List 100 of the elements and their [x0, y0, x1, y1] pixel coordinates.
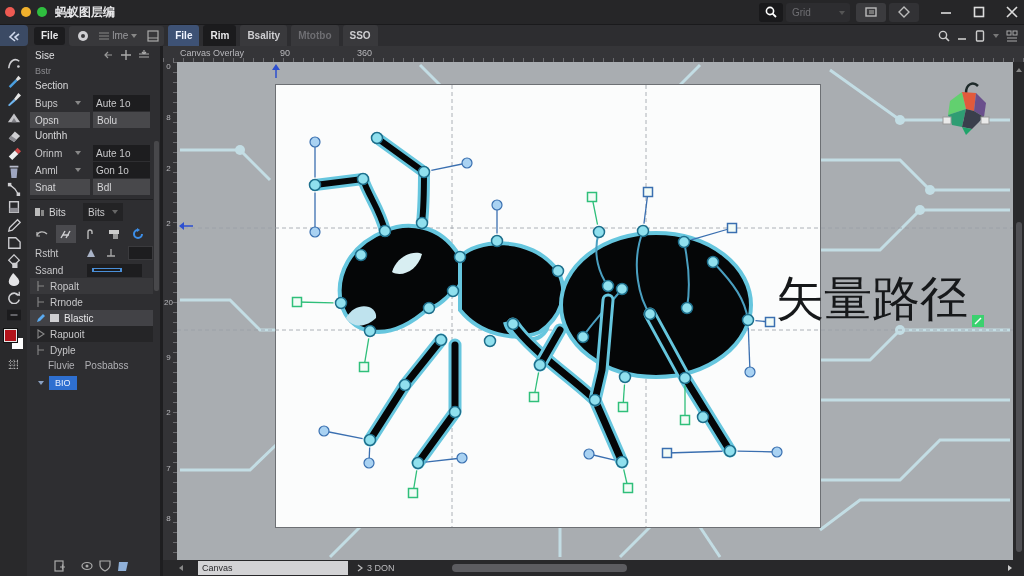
- anchor-point[interactable]: [576, 330, 590, 344]
- bezier-handle[interactable]: [407, 469, 419, 499]
- anchor-point[interactable]: [615, 455, 629, 469]
- arrow-left-icon[interactable]: [103, 50, 113, 60]
- anchor-point[interactable]: [723, 444, 737, 458]
- stroke-style-field[interactable]: [87, 263, 142, 277]
- anchor-point[interactable]: [506, 317, 520, 331]
- anchor-point[interactable]: [588, 393, 602, 407]
- bezier-handle[interactable]: [736, 446, 783, 458]
- grid-icon[interactable]: [6, 358, 21, 372]
- anchor-point[interactable]: [434, 333, 448, 347]
- panel-button[interactable]: Bdl: [93, 179, 150, 195]
- value-field[interactable]: Gon 1o: [93, 162, 150, 178]
- guide-marker-icon[interactable]: [179, 222, 194, 230]
- page-icon[interactable]: [6, 236, 21, 250]
- layer-item[interactable]: Rapuoit: [30, 326, 153, 342]
- rectangle-icon[interactable]: [6, 200, 21, 214]
- frame-button[interactable]: [856, 2, 886, 22]
- stroke-swatch[interactable]: [127, 246, 153, 260]
- view-select[interactable]: Grid: [786, 2, 850, 22]
- anchor-point[interactable]: [411, 456, 425, 470]
- anchor-point[interactable]: [422, 301, 436, 315]
- brush-icon[interactable]: [6, 92, 21, 106]
- minimize-window-button[interactable]: [21, 7, 31, 17]
- bezier-handle[interactable]: [661, 447, 724, 459]
- anchor-point[interactable]: [446, 284, 460, 298]
- anchor-point[interactable]: [398, 378, 412, 392]
- bezier-handle[interactable]: [754, 316, 776, 328]
- search-button[interactable]: [759, 2, 783, 22]
- anchor-point[interactable]: [448, 405, 462, 419]
- anchor-point[interactable]: [680, 301, 694, 315]
- tag-button[interactable]: [889, 2, 919, 22]
- collapse-icon[interactable]: [139, 50, 149, 60]
- new-layer-icon[interactable]: [54, 560, 66, 572]
- foreground-color-swatch[interactable]: [3, 329, 17, 342]
- triangle-up-icon[interactable]: [85, 248, 96, 258]
- guide-marker-icon[interactable]: [272, 64, 280, 79]
- layer-tag[interactable]: BIO: [49, 376, 77, 390]
- panel-button[interactable]: Snat: [30, 179, 90, 195]
- page-size-icon[interactable]: [974, 29, 986, 42]
- anchor-point[interactable]: [308, 178, 322, 192]
- scroll-up-icon[interactable]: [1014, 66, 1023, 74]
- zoom-icon[interactable]: [938, 29, 950, 42]
- anchor-point[interactable]: [696, 410, 710, 424]
- anchor-point[interactable]: [636, 224, 650, 238]
- scroll-left-icon[interactable]: [177, 564, 185, 572]
- document-tab[interactable]: File: [168, 25, 200, 46]
- layout-icon[interactable]: [1006, 29, 1018, 42]
- bezier-handle[interactable]: [309, 191, 321, 238]
- bezier-handle[interactable]: [622, 468, 634, 494]
- bezier-handle[interactable]: [318, 425, 364, 440]
- scroll-right-icon[interactable]: [1006, 564, 1014, 572]
- image-icon[interactable]: [147, 29, 160, 42]
- anchor-point[interactable]: [678, 371, 692, 385]
- anchor-point[interactable]: [643, 307, 657, 321]
- anchor-point[interactable]: [551, 264, 565, 278]
- menu-dropdown[interactable]: lme: [99, 30, 138, 41]
- canvas-tab[interactable]: Canvas: [198, 561, 348, 575]
- scrollbar-thumb[interactable]: [452, 564, 627, 572]
- pen-icon[interactable]: [6, 74, 21, 88]
- bezier-handle[interactable]: [528, 371, 540, 403]
- bezier-handle[interactable]: [291, 296, 335, 308]
- paint-bucket-icon[interactable]: [6, 254, 21, 268]
- scrollbar-thumb[interactable]: [1016, 222, 1022, 552]
- bezier-handle[interactable]: [309, 136, 321, 179]
- bezier-handle[interactable]: [583, 448, 616, 461]
- scrollbar-thumb[interactable]: [154, 141, 159, 291]
- bezier-handle[interactable]: [424, 452, 468, 464]
- anchor-point[interactable]: [378, 224, 392, 238]
- anchor-point[interactable]: [615, 282, 629, 296]
- bezier-handle[interactable]: [491, 199, 503, 235]
- caret-icon[interactable]: [38, 381, 44, 385]
- pencil-icon[interactable]: [6, 218, 21, 232]
- bezier-handle[interactable]: [586, 191, 599, 226]
- bezier-handle[interactable]: [679, 384, 691, 426]
- value-field[interactable]: Aute 1o: [93, 145, 150, 161]
- bezier-handle[interactable]: [744, 326, 756, 378]
- anchor-point[interactable]: [415, 216, 429, 230]
- zoom-window-button[interactable]: [37, 7, 47, 17]
- panel-button[interactable]: Bolu: [93, 112, 150, 128]
- anchor-point[interactable]: [601, 279, 615, 293]
- drop-icon[interactable]: [6, 272, 21, 286]
- maximize-icon[interactable]: [973, 6, 985, 18]
- marker-icon[interactable]: [6, 146, 21, 160]
- tool-arrow-button[interactable]: [0, 25, 28, 46]
- anchor-point[interactable]: [354, 248, 368, 262]
- brush-dropdown[interactable]: Bits: [83, 203, 123, 221]
- caret-icon[interactable]: [993, 33, 999, 38]
- layer-item[interactable]: Ropalt: [30, 278, 153, 294]
- baseline-icon[interactable]: [105, 248, 116, 258]
- anchor-point[interactable]: [417, 165, 431, 179]
- bezier-handle[interactable]: [617, 383, 629, 413]
- shield-icon[interactable]: [99, 560, 111, 572]
- anchor-point[interactable]: [618, 370, 632, 384]
- layer-item[interactable]: Rrnode: [30, 294, 153, 310]
- bezier-handle[interactable]: [642, 186, 654, 225]
- layer-item[interactable]: Dyple: [30, 342, 153, 358]
- property-dropdown[interactable]: Anml: [30, 162, 85, 178]
- anchor-point[interactable]: [334, 296, 348, 310]
- value-field[interactable]: Aute 1o: [93, 95, 150, 111]
